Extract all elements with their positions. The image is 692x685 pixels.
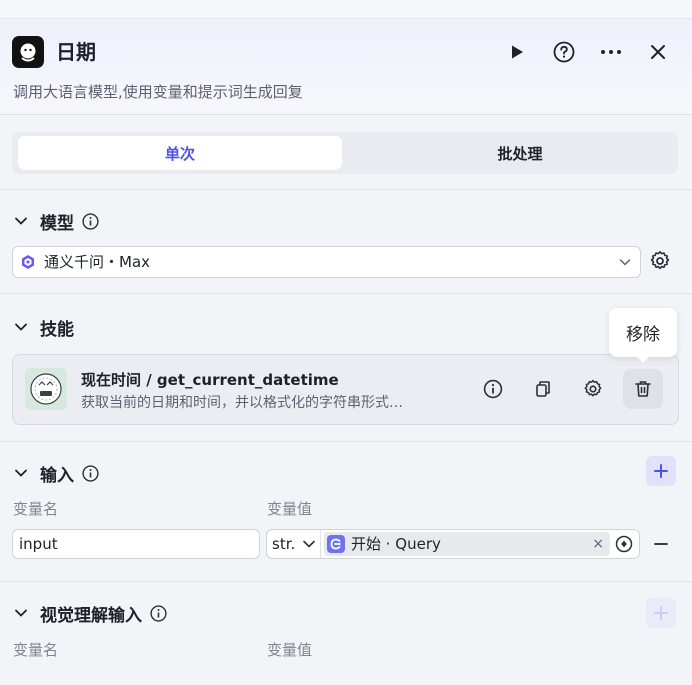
more-button[interactable] [596, 37, 626, 67]
column-label-name: 变量名 [13, 641, 59, 659]
info-icon[interactable] [82, 212, 99, 230]
chevron-down-icon [15, 469, 27, 477]
column-label-value: 变量值 [267, 641, 313, 659]
chevron-down-icon [15, 323, 27, 331]
divider [0, 293, 692, 294]
section-title: 模型 [40, 213, 74, 234]
qwen-logo-icon [22, 255, 34, 269]
clear-reference-button[interactable]: × [592, 532, 604, 556]
skill-info-button[interactable] [473, 369, 513, 409]
help-icon [553, 41, 575, 63]
separator [320, 530, 321, 558]
reference-label: 开始 · Query [351, 535, 441, 553]
plus-icon [654, 464, 668, 478]
node-title[interactable]: 日期 [56, 36, 96, 68]
model-section-header[interactable]: 模型 [14, 209, 99, 234]
variable-value-field: str. 开始 · Query × [266, 529, 640, 559]
divider [0, 189, 692, 190]
skill-name: 现在时间 / get_current_datetime [81, 371, 339, 389]
dropdown-chevron-icon [619, 259, 631, 266]
section-title: 视觉理解输入 [40, 605, 142, 626]
divider [0, 441, 692, 442]
divider [0, 581, 692, 582]
skill-remove-button[interactable] [623, 369, 663, 409]
selected-model-label: 通义千问・Max [44, 253, 151, 271]
add-vision-input-button[interactable] [646, 598, 676, 628]
chevron-down-icon [15, 609, 27, 617]
info-icon[interactable] [150, 604, 167, 622]
skills-section-header[interactable]: 技能 [14, 315, 74, 340]
copy-icon [536, 381, 550, 397]
skill-settings-button[interactable] [573, 369, 613, 409]
chevron-down-icon[interactable] [302, 539, 316, 549]
play-icon [512, 45, 523, 59]
column-label-value: 变量值 [267, 500, 313, 518]
info-icon[interactable] [82, 464, 99, 482]
skill-copy-button[interactable] [523, 369, 563, 409]
info-icon [483, 379, 503, 399]
trash-icon [635, 381, 651, 397]
input-section-header[interactable]: 输入 [14, 461, 99, 486]
chevron-down-icon [15, 217, 27, 225]
target-icon[interactable] [615, 535, 633, 553]
skill-description: 获取当前的日期和时间，并以格式化的字符串形式… [81, 395, 403, 411]
remove-row-minus-icon[interactable] [652, 535, 670, 553]
reference-chip[interactable]: 开始 · Query × [324, 532, 610, 556]
top-strip [0, 0, 692, 19]
more-icon [601, 50, 621, 54]
llm-node-panel: 日期 调用大语言模型,使用变量和提示词生成回复 单次 批处理 模型 通义千问・M… [0, 0, 692, 685]
section-title: 技能 [40, 319, 74, 340]
section-title: 输入 [40, 465, 74, 486]
node-description: 调用大语言模型,使用变量和提示词生成回复 [13, 83, 303, 101]
start-node-icon [327, 535, 345, 553]
add-input-button[interactable] [646, 456, 676, 486]
panel-header: 日期 调用大语言模型,使用变量和提示词生成回复 [0, 19, 692, 115]
help-button[interactable] [549, 37, 579, 67]
close-button[interactable] [643, 37, 673, 67]
run-button[interactable] [502, 37, 532, 67]
plus-icon [654, 606, 668, 620]
type-select[interactable]: str. [272, 530, 295, 558]
gear-icon [584, 379, 602, 397]
remove-tooltip: 移除 [609, 308, 677, 363]
run-mode-tabs: 单次 批处理 [12, 132, 678, 174]
model-select[interactable]: 通义千问・Max [12, 246, 641, 278]
skill-card: 现在时间 / get_current_datetime 获取当前的日期和时间，并… [12, 354, 679, 425]
variable-name-input[interactable] [12, 529, 260, 559]
tab-batch[interactable]: 批处理 [358, 136, 682, 170]
column-label-name: 变量名 [13, 500, 59, 518]
node-logo-icon [12, 36, 44, 68]
skill-avatar [25, 368, 67, 410]
model-settings-gear-icon[interactable] [648, 249, 672, 273]
tab-single[interactable]: 单次 [18, 136, 342, 170]
close-icon [651, 45, 665, 59]
vision-input-section-header[interactable]: 视觉理解输入 [14, 601, 167, 626]
